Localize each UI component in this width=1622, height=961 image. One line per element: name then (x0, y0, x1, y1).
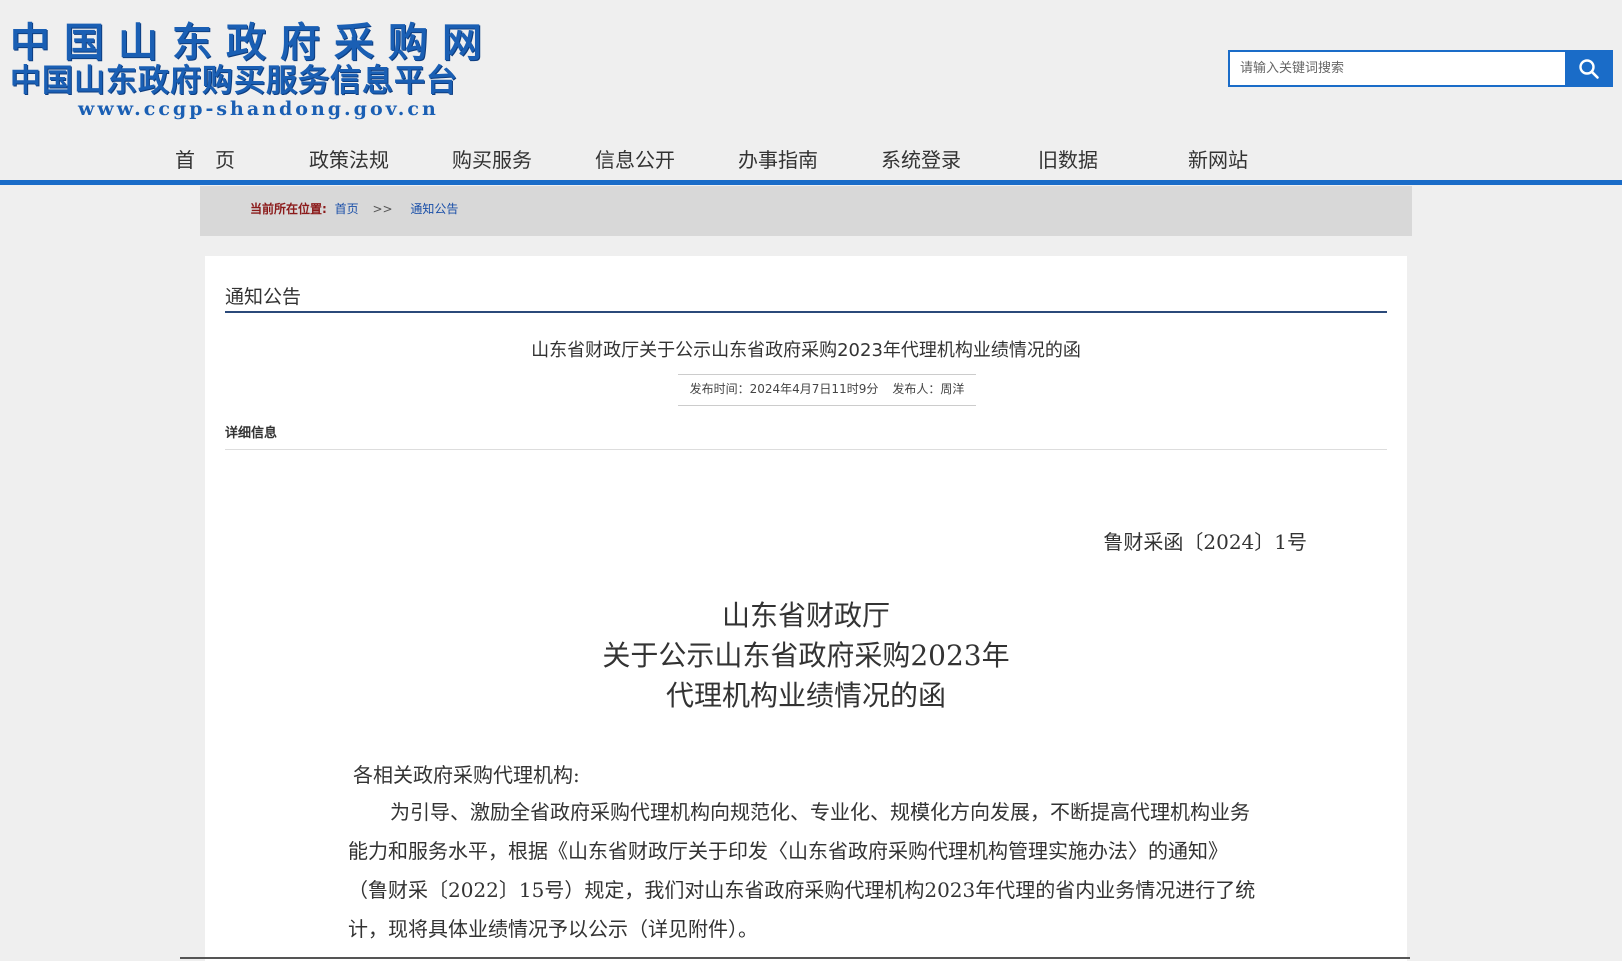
logo-subtitle: 中国山东政府购买服务信息平台 (10, 63, 458, 99)
section-divider (225, 311, 1387, 313)
breadcrumb-label: 当前所在位置: (250, 202, 327, 216)
article-meta: 发布时间：2024年4月7日11时9分 发布人：周洋 (678, 374, 976, 406)
breadcrumb: 当前所在位置: 首页 >> 通知公告 (250, 200, 458, 217)
breadcrumb-separator: >> (372, 202, 393, 216)
search-box (1228, 50, 1613, 87)
main-nav: 首 页 政策法规 购买服务 信息公开 办事指南 系统登录 旧数据 新网站 (0, 132, 1622, 185)
publisher: 发布人：周洋 (892, 382, 965, 396)
document-heading: 山东省财政厅 关于公示山东省政府采购2023年 代理机构业绩情况的函 (225, 596, 1387, 716)
article-title: 山东省财政厅关于公示山东省政府采购2023年代理机构业绩情况的函 (531, 340, 1081, 361)
nav-item-info-disclosure[interactable]: 信息公开 (595, 144, 675, 173)
body-line: （鲁财采〔2022〕15号）规定，我们对山东省政府采购代理机构2023年代理的省… (348, 878, 1256, 902)
breadcrumb-home-link[interactable]: 首页 (335, 202, 359, 216)
page-bottom-divider (180, 957, 1410, 959)
section-title: 通知公告 (225, 286, 302, 308)
document-heading-line: 代理机构业绩情况的函 (665, 679, 946, 712)
publish-time: 发布时间：2024年4月7日11时9分 (689, 382, 879, 396)
nav-item-new-site[interactable]: 新网站 (1188, 144, 1248, 173)
search-icon (1579, 58, 1599, 79)
nav-item-guide[interactable]: 办事指南 (738, 144, 818, 173)
document-body: 为引导、激励全省政府采购代理机构向规范化、专业化、规模化方向发展，不断提高代理机… (348, 793, 1308, 949)
logo-url: www.ccgp-shandong.gov.cn (78, 98, 439, 120)
content-panel: 通知公告 山东省财政厅关于公示山东省政府采购2023年代理机构业绩情况的函 发布… (205, 256, 1407, 961)
nav-item-purchase-service[interactable]: 购买服务 (452, 144, 532, 173)
document-number: 鲁财采函〔2024〕1号 (1103, 530, 1307, 554)
nav-item-old-data[interactable]: 旧数据 (1038, 144, 1098, 173)
site-header: 中国山东政府采购网 中国山东政府购买服务信息平台 www.ccgp-shando… (0, 0, 1622, 130)
logo-title: 中国山东政府采购网 (10, 19, 496, 66)
body-line: 计，现将具体业绩情况予以公示（详见附件）。 (348, 917, 758, 941)
breadcrumb-current-link[interactable]: 通知公告 (410, 202, 458, 216)
nav-item-login[interactable]: 系统登录 (881, 144, 961, 173)
search-button[interactable] (1564, 50, 1613, 87)
nav-item-policy[interactable]: 政策法规 (309, 144, 389, 173)
detail-divider (225, 449, 1387, 450)
body-line: 为引导、激励全省政府采购代理机构向规范化、专业化、规模化方向发展，不断提高代理机… (390, 800, 1250, 824)
site-logo[interactable]: 中国山东政府采购网 中国山东政府购买服务信息平台 www.ccgp-shando… (10, 19, 530, 121)
body-line: 能力和服务水平，根据《山东省财政厅关于印发〈山东省政府采购代理机构管理实施办法〉… (348, 839, 1228, 863)
detail-label: 详细信息 (225, 426, 278, 441)
breadcrumb-bar: 当前所在位置: 首页 >> 通知公告 (200, 186, 1412, 236)
document-heading-line: 山东省财政厅 (721, 599, 890, 632)
search-input[interactable] (1228, 50, 1565, 87)
document-heading-line: 关于公示山东省政府采购2023年 (602, 639, 1010, 672)
salutation: 各相关政府采购代理机构: (353, 763, 580, 787)
nav-item-home[interactable]: 首 页 (175, 144, 235, 173)
